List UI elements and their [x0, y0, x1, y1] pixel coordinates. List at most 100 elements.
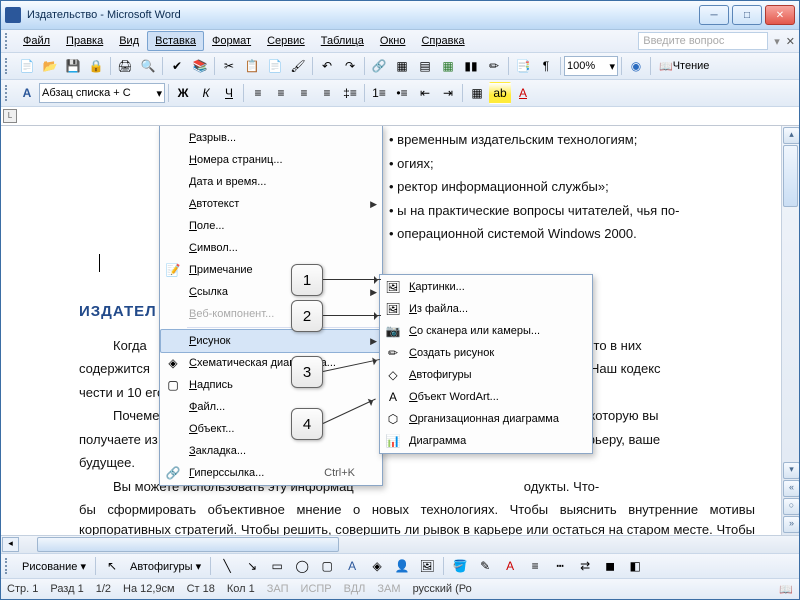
drawing-menu[interactable]: Рисование ▾ [18, 560, 90, 573]
menu-format[interactable]: Формат [204, 31, 259, 51]
insert-menu-item[interactable]: Веб-компонент... [161, 303, 381, 325]
insert-menu-item[interactable]: Объект... [161, 418, 381, 440]
menu-file[interactable]: Файл [15, 31, 58, 51]
highlight-icon[interactable]: ab [489, 82, 511, 104]
redo-icon[interactable]: ↷ [339, 55, 361, 77]
tables-borders-icon[interactable]: ▦ [391, 55, 413, 77]
next-page-icon[interactable]: » [783, 516, 799, 533]
insert-menu-item[interactable]: Автотекст▶ [161, 193, 381, 215]
insert-table-icon[interactable]: ▤ [414, 55, 436, 77]
status-ext[interactable]: ВДЛ [344, 583, 366, 595]
scroll-up-icon[interactable]: ▴ [783, 127, 799, 144]
insert-menu-item[interactable]: Ссылка▶ [161, 281, 381, 303]
preview-icon[interactable]: 🔍 [137, 55, 159, 77]
minimize-button[interactable]: ─ [699, 5, 729, 25]
tab-selector[interactable]: L [3, 109, 17, 123]
numbered-list-icon[interactable]: 1≡ [368, 82, 390, 104]
font-color-icon[interactable]: A [499, 555, 521, 577]
menu-window[interactable]: Окно [372, 31, 414, 51]
insert-menu-item[interactable]: Поле... [161, 215, 381, 237]
borders-icon[interactable]: ▦ [466, 82, 488, 104]
document-area[interactable]: временным издательским технологиям; огия… [1, 126, 799, 535]
status-trk[interactable]: ИСПР [301, 583, 332, 595]
reading-layout-button[interactable]: 📖 Чтение [654, 55, 714, 77]
insert-menu-item[interactable]: Дата и время... [161, 171, 381, 193]
picture-submenu-item[interactable]: 🖼Из файла... [381, 298, 591, 320]
picture-submenu-item[interactable]: 📷Со сканера или камеры... [381, 320, 591, 342]
arrow-icon[interactable]: ↘ [241, 555, 263, 577]
ruler[interactable]: L [1, 107, 799, 126]
columns-icon[interactable]: ▮▮ [460, 55, 482, 77]
picture-submenu-item[interactable]: ✏Создать рисунок [381, 342, 591, 364]
line-style-icon[interactable]: ≡ [524, 555, 546, 577]
menu-help[interactable]: Справка [413, 31, 472, 51]
line-icon[interactable]: ╲ [216, 555, 238, 577]
insert-menu-item[interactable]: Рисунок▶ [160, 329, 382, 353]
picture-submenu-item[interactable]: 📊Диаграмма [381, 430, 591, 452]
line-spacing-icon[interactable]: ‡≡ [339, 82, 361, 104]
diagram-icon[interactable]: ◈ [366, 555, 388, 577]
align-justify-icon[interactable]: ≡ [316, 82, 338, 104]
menu-handle[interactable] [5, 33, 11, 49]
shadow-icon[interactable]: ◼ [599, 555, 621, 577]
research-icon[interactable]: 📚 [189, 55, 211, 77]
picture-submenu-item[interactable]: ⬡Организационная диаграмма [381, 408, 591, 430]
increase-indent-icon[interactable]: ⇥ [437, 82, 459, 104]
toolbar-handle[interactable] [5, 558, 11, 574]
toolbar-handle[interactable] [5, 85, 11, 101]
fill-color-icon[interactable]: 🪣 [449, 555, 471, 577]
print-icon[interactable]: 🖨 [114, 55, 136, 77]
vertical-scrollbar[interactable]: ▴ ▾ « ○ » [781, 126, 799, 535]
insert-menu-item[interactable]: ◈Схематическая диаграмма... [161, 352, 381, 374]
status-ovr[interactable]: ЗАМ [377, 583, 400, 595]
excel-icon[interactable]: ▦ [437, 55, 459, 77]
underline-icon[interactable]: Ч [218, 82, 240, 104]
status-book-icon[interactable]: 📖 [779, 583, 793, 596]
align-center-icon[interactable]: ≡ [270, 82, 292, 104]
menu-close-icon[interactable]: ✕ [786, 35, 795, 48]
insert-menu-item[interactable]: 📝Примечание [161, 259, 381, 281]
save-icon[interactable]: 💾 [62, 55, 84, 77]
spell-icon[interactable]: ✔ [166, 55, 188, 77]
toolbar-handle[interactable] [5, 58, 11, 74]
rectangle-icon[interactable]: ▭ [266, 555, 288, 577]
zoom-combo[interactable]: 100%▾ [564, 56, 618, 76]
docmap-icon[interactable]: 📑 [512, 55, 534, 77]
insert-menu-item[interactable]: Файл... [161, 396, 381, 418]
picture-submenu-item[interactable]: 🖼Картинки... [381, 276, 591, 298]
oval-icon[interactable]: ◯ [291, 555, 313, 577]
3d-icon[interactable]: ◧ [624, 555, 646, 577]
menu-view[interactable]: Вид [111, 31, 147, 51]
insert-menu-item[interactable]: 🔗Гиперссылка...Ctrl+K [161, 462, 381, 484]
styles-pane-icon[interactable]: A [16, 82, 38, 104]
insert-menu-item[interactable]: Закладка... [161, 440, 381, 462]
line-color-icon[interactable]: ✎ [474, 555, 496, 577]
status-rec[interactable]: ЗАП [267, 583, 289, 595]
prev-page-icon[interactable]: « [783, 480, 799, 497]
wordart-icon[interactable]: A [341, 555, 363, 577]
decrease-indent-icon[interactable]: ⇤ [414, 82, 436, 104]
bulleted-list-icon[interactable]: •≡ [391, 82, 413, 104]
help-icon[interactable]: ◉ [625, 55, 647, 77]
picture-icon[interactable]: 🖼 [416, 555, 438, 577]
scroll-thumb[interactable] [783, 145, 798, 207]
menu-insert[interactable]: Вставка [147, 31, 204, 51]
permission-icon[interactable]: 🔒 [85, 55, 107, 77]
status-language[interactable]: русский (Ро [413, 583, 472, 595]
insert-menu-item[interactable]: ▢Надпись [161, 374, 381, 396]
maximize-button[interactable]: □ [732, 5, 762, 25]
italic-icon[interactable]: К [195, 82, 217, 104]
insert-menu-item[interactable]: Разрыв... [161, 127, 381, 149]
autoshapes-menu[interactable]: Автофигуры ▾ [126, 560, 205, 573]
menu-edit[interactable]: Правка [58, 31, 111, 51]
open-icon[interactable]: 📂 [39, 55, 61, 77]
dash-style-icon[interactable]: ┅ [549, 555, 571, 577]
undo-icon[interactable]: ↶ [316, 55, 338, 77]
insert-menu-item[interactable]: Символ... [161, 237, 381, 259]
menu-dropdown-icon[interactable]: ▾ [774, 35, 780, 48]
copy-icon[interactable]: 📋 [241, 55, 263, 77]
show-marks-icon[interactable]: ¶ [535, 55, 557, 77]
align-left-icon[interactable]: ≡ [247, 82, 269, 104]
picture-submenu-item[interactable]: AОбъект WordArt... [381, 386, 591, 408]
align-right-icon[interactable]: ≡ [293, 82, 315, 104]
